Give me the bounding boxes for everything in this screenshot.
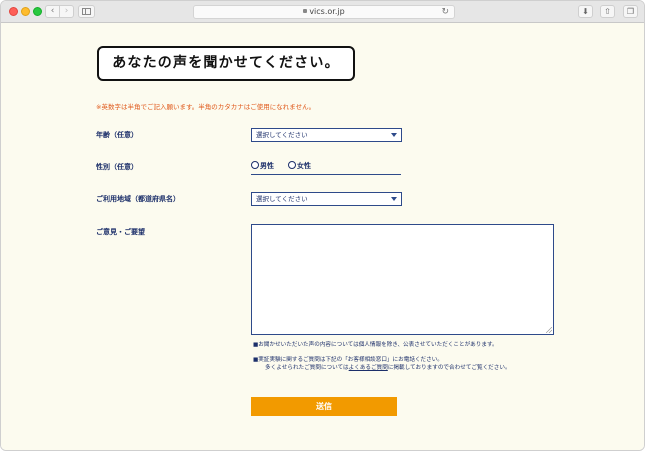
forward-button[interactable]: › — [59, 5, 74, 18]
faq-notice: 多くよせられたご質問についてはよくあるご質問に掲載しておりますので合わせてご覧く… — [265, 364, 511, 372]
gender-option-male[interactable]: 男性 — [251, 161, 274, 171]
minimize-window-button[interactable] — [21, 7, 30, 16]
speech-bubble: あなたの声を聞かせてください。 — [97, 46, 355, 81]
close-window-button[interactable] — [9, 7, 18, 16]
lock-icon — [303, 9, 308, 13]
gender-label: 性別（任意） — [96, 163, 138, 171]
inquiry-notice: ■実証実験に関するご質問は下記の「お客様相談窓口」にお電話ください。 — [253, 357, 443, 363]
faq-notice-prefix: 多くよせられたご質問については — [265, 365, 349, 371]
zoom-window-button[interactable] — [33, 7, 42, 16]
opinion-label: ご意見・ご要望 — [96, 228, 145, 236]
tab-overview-button[interactable]: ❐ — [623, 5, 638, 18]
area-label: ご利用地域（都道府県名） — [96, 195, 180, 203]
reload-icon[interactable]: ↻ — [441, 6, 449, 18]
area-select[interactable]: 選択してください — [251, 192, 402, 206]
url-text: vics.or.jp — [309, 7, 345, 16]
share-button[interactable]: ⇧ — [600, 5, 615, 18]
sidebar-toggle-button[interactable] — [78, 5, 95, 18]
faq-notice-suffix: に掲載しておりますので合わせてご覧ください。 — [387, 365, 511, 371]
faq-link[interactable]: よくあるご質問 — [349, 365, 388, 371]
back-button[interactable]: ‹ — [45, 5, 60, 18]
gender-option-female[interactable]: 女性 — [288, 161, 311, 171]
title-bar: ‹ › vics.or.jp ↻ ⬇ ⇧ ❐ — [1, 1, 644, 23]
page-content: あなたの声を聞かせてください。 ※英数字は半角でご記入願います。半角のカタカナは… — [1, 23, 644, 450]
area-select-value: 選択してください — [256, 195, 308, 203]
gender-option-label: 女性 — [297, 162, 311, 170]
gender-radio-group: 男性 女性 — [251, 160, 401, 175]
browser-window: ‹ › vics.or.jp ↻ ⬇ ⇧ ❐ あなたの声を聞かせてください。 ※… — [0, 0, 645, 451]
page-title: あなたの声を聞かせてください。 — [112, 55, 340, 71]
privacy-notice: ■お聞かせいただいた声の内容については個人情報を除き、公表させていただくことがあ… — [253, 342, 498, 348]
downloads-button[interactable]: ⬇ — [578, 5, 593, 18]
age-select-value: 選択してください — [256, 131, 308, 139]
age-label: 年齢（任意） — [96, 131, 138, 139]
radio-icon[interactable] — [288, 161, 296, 169]
sidebar-icon — [82, 8, 91, 15]
gender-option-label: 男性 — [260, 162, 274, 170]
address-bar[interactable]: vics.or.jp ↻ — [193, 5, 455, 19]
submit-button[interactable]: 送信 — [251, 397, 397, 416]
age-select[interactable]: 選択してください — [251, 128, 402, 142]
chevron-down-icon — [391, 197, 397, 201]
resize-handle-icon[interactable] — [546, 327, 552, 333]
radio-icon[interactable] — [251, 161, 259, 169]
opinion-textarea[interactable] — [251, 224, 554, 335]
input-note: ※英数字は半角でご記入願います。半角のカタカナはご使用になれません。 — [96, 103, 316, 111]
chevron-down-icon — [391, 133, 397, 137]
